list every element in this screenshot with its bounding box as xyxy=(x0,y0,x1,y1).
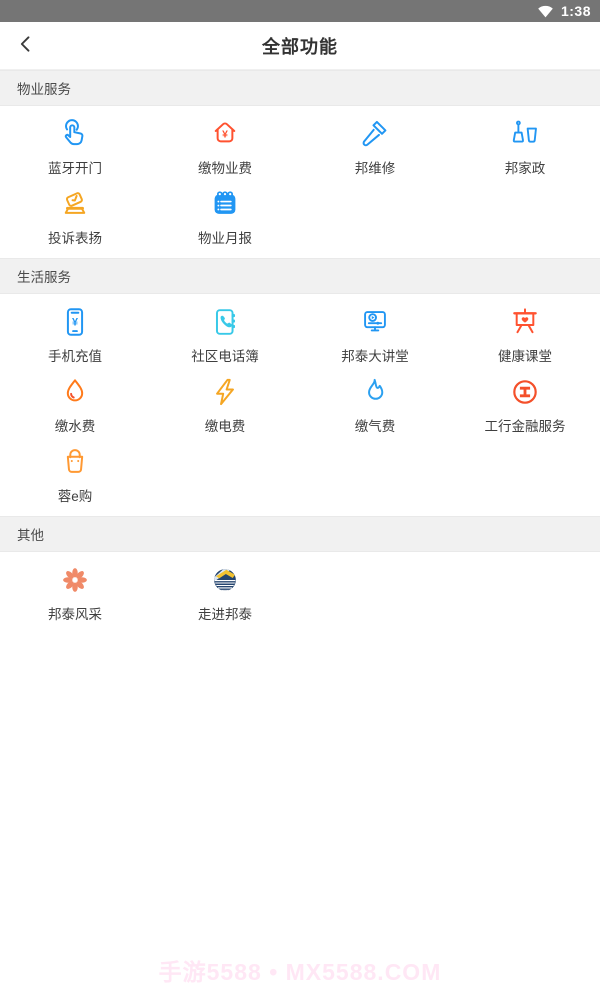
flower-icon xyxy=(58,563,92,597)
item-label: 工行金融服务 xyxy=(484,419,566,434)
item-label: 邦泰风采 xyxy=(48,607,102,622)
item-label: 邦维修 xyxy=(354,161,396,176)
bangtai-logo-icon xyxy=(208,563,242,597)
status-bar: 1:38 xyxy=(0,0,600,22)
grid-life-services: ¥ 手机充值 社区电话簿 邦泰大讲堂 健康课堂 缴水费 缴电费 缴气费 工行金融… xyxy=(0,294,600,516)
flame-icon xyxy=(358,375,392,409)
grid-item-housekeeping[interactable]: 邦家政 xyxy=(450,112,600,182)
grid-property-services: 蓝牙开门 ¥ 缴物业费 邦维修 邦家政 投诉表扬 物业月报 xyxy=(0,106,600,258)
icbc-logo-icon xyxy=(508,375,542,409)
grid-item-about-bangtai[interactable]: 走进邦泰 xyxy=(150,558,300,628)
item-label: 缴水费 xyxy=(54,419,96,434)
notepad-icon xyxy=(208,187,242,221)
grid-item-repair[interactable]: 邦维修 xyxy=(300,112,450,182)
back-button[interactable] xyxy=(10,22,54,70)
hammer-icon xyxy=(358,117,392,151)
grid-item-complaint-praise[interactable]: 投诉表扬 xyxy=(0,182,150,252)
app-screen: 1:38 全部功能 物业服务 蓝牙开门 ¥ 缴物业费 邦维修 邦家政 投诉表扬 … xyxy=(0,0,600,1000)
lightning-icon xyxy=(208,375,242,409)
item-label: 健康课堂 xyxy=(498,349,552,364)
phone-recharge-icon: ¥ xyxy=(58,305,92,339)
ballot-box-icon xyxy=(58,187,92,221)
item-label: 走进邦泰 xyxy=(198,607,252,622)
chevron-left-icon xyxy=(16,34,36,59)
grid-item-health-class[interactable]: 健康课堂 xyxy=(450,300,600,370)
phonebook-icon xyxy=(208,305,242,339)
item-label: 缴电费 xyxy=(204,419,246,434)
tap-icon xyxy=(58,117,92,151)
shopping-bag-icon xyxy=(58,445,92,479)
page-title: 全部功能 xyxy=(262,36,338,57)
svg-text:¥: ¥ xyxy=(222,130,228,141)
grid-others: 邦泰风采 走进邦泰 xyxy=(0,552,600,634)
section-header-others: 其他 xyxy=(0,516,600,552)
grid-item-phone-recharge[interactable]: ¥ 手机充值 xyxy=(0,300,150,370)
item-label: 投诉表扬 xyxy=(48,231,102,246)
section-header-property-services: 物业服务 xyxy=(0,70,600,106)
svg-text:¥: ¥ xyxy=(72,316,78,328)
item-label: 社区电话簿 xyxy=(191,349,259,364)
item-label: 手机充值 xyxy=(48,349,102,364)
house-yen-icon: ¥ xyxy=(208,117,242,151)
grid-item-community-phonebook[interactable]: 社区电话簿 xyxy=(150,300,300,370)
grid-item-bangtai-style[interactable]: 邦泰风采 xyxy=(0,558,150,628)
grid-item-pay-electricity[interactable]: 缴电费 xyxy=(150,370,300,440)
broom-bucket-icon xyxy=(508,117,542,151)
grid-item-pay-gas[interactable]: 缴气费 xyxy=(300,370,450,440)
status-time: 1:38 xyxy=(560,3,591,19)
item-label: 物业月报 xyxy=(198,231,252,246)
nav-bar: 全部功能 xyxy=(0,22,600,70)
water-drop-icon xyxy=(58,375,92,409)
section-header-life-services: 生活服务 xyxy=(0,258,600,294)
grid-item-bangtai-lecture[interactable]: 邦泰大讲堂 xyxy=(300,300,450,370)
health-board-icon xyxy=(508,305,542,339)
item-label: 蓉e购 xyxy=(57,489,93,504)
item-label: 缴物业费 xyxy=(198,161,252,176)
watermark-text: 手游5588 • MX5588.COM xyxy=(158,959,442,985)
grid-item-rong-e-shop[interactable]: 蓉e购 xyxy=(0,440,150,510)
item-label: 蓝牙开门 xyxy=(48,161,102,176)
item-label: 缴气费 xyxy=(354,419,396,434)
grid-item-bluetooth-door[interactable]: 蓝牙开门 xyxy=(0,112,150,182)
grid-item-pay-property-fee[interactable]: ¥ 缴物业费 xyxy=(150,112,300,182)
grid-item-property-monthly-report[interactable]: 物业月报 xyxy=(150,182,300,252)
grid-item-icbc-finance[interactable]: 工行金融服务 xyxy=(450,370,600,440)
video-lecture-icon xyxy=(358,305,392,339)
item-label: 邦泰大讲堂 xyxy=(341,349,409,364)
item-label: 邦家政 xyxy=(504,161,546,176)
wifi-icon xyxy=(537,4,554,19)
grid-item-pay-water[interactable]: 缴水费 xyxy=(0,370,150,440)
